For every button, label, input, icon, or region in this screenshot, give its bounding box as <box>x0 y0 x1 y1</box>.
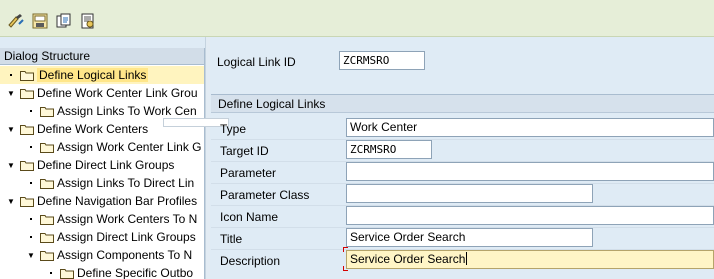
tree-node-label: Assign Links To Work Cen <box>57 104 197 118</box>
folder-icon <box>20 160 34 171</box>
title-label: Title <box>220 232 243 246</box>
folder-icon <box>40 106 54 117</box>
description-field[interactable]: Service Order Search <box>346 250 714 269</box>
text-cursor <box>466 252 468 265</box>
leaf-bullet-icon <box>26 214 36 224</box>
tree-node[interactable]: Define Logical Links <box>0 66 204 84</box>
expand-triangle-icon[interactable]: ▼ <box>26 250 36 260</box>
tree-node[interactable]: Assign Work Centers To N <box>26 210 204 228</box>
title-field[interactable]: Service Order Search <box>346 228 593 247</box>
parameter-class-field[interactable] <box>346 184 593 203</box>
tree-node-label: Define Specific Outbo <box>77 266 194 279</box>
tree-node-label: Define Work Center Link Grou <box>37 86 198 100</box>
expand-triangle-icon[interactable]: ▼ <box>6 124 16 134</box>
define-logical-links-group: Define Logical Links Type Work Center Ta… <box>211 94 714 279</box>
tree-node[interactable]: Assign Links To Direct Lin <box>26 174 204 192</box>
parameter-field[interactable] <box>346 162 714 181</box>
target-id-label: Target ID <box>220 144 269 158</box>
folder-icon <box>20 88 34 99</box>
tree-node-label: Define Work Centers <box>37 122 149 136</box>
group-title: Define Logical Links <box>211 95 714 113</box>
tree-node[interactable]: ▼ Define Work Center Link Grou <box>6 84 204 102</box>
leaf-bullet-icon <box>46 268 56 278</box>
logical-link-id-field[interactable]: ZCRMSRO <box>339 51 425 70</box>
display-change-icon[interactable] <box>7 12 25 30</box>
description-label: Description <box>220 254 281 268</box>
leaf-bullet-icon <box>26 106 36 116</box>
parameter-class-label: Parameter Class <box>220 188 310 202</box>
expand-triangle-icon[interactable]: ▼ <box>6 196 16 206</box>
focus-corner-bottom <box>343 266 348 271</box>
type-field[interactable]: Work Center <box>346 118 714 137</box>
folder-icon <box>60 268 74 279</box>
target-id-field[interactable]: ZCRMSRO <box>346 140 432 159</box>
leaf-bullet-icon <box>26 178 36 188</box>
folder-icon <box>20 196 34 207</box>
folder-icon <box>40 250 54 261</box>
dialog-structure-panel: Dialog Structure Define Logical Links ▼ De… <box>0 48 205 279</box>
folder-icon <box>20 124 34 135</box>
tree-node[interactable]: Assign Work Center Link G <box>26 138 204 156</box>
tree-node-label: Assign Work Center Link G <box>57 140 202 154</box>
leaf-bullet-icon <box>26 232 36 242</box>
expand-triangle-icon[interactable]: ▼ <box>6 160 16 170</box>
tree-node[interactable]: ▼ Define Direct Link Groups <box>6 156 204 174</box>
save-icon[interactable] <box>31 12 49 30</box>
folder-icon <box>40 178 54 189</box>
leaf-bullet-icon <box>26 142 36 152</box>
icon-name-field[interactable] <box>346 206 714 225</box>
tree-node[interactable]: Assign Direct Link Groups <box>26 228 204 246</box>
leaf-bullet-icon <box>6 70 16 80</box>
copy-entry-icon[interactable] <box>55 12 73 30</box>
type-label: Type <box>220 122 247 136</box>
parameter-label: Parameter <box>220 166 277 180</box>
application-toolbar <box>0 0 714 37</box>
folder-icon <box>40 232 54 243</box>
folder-icon <box>40 214 54 225</box>
tree-node-label: Assign Work Centers To N <box>57 212 198 226</box>
description-value: Service Order Search <box>350 252 466 266</box>
tree-node-label: Define Direct Link Groups <box>37 158 175 172</box>
tree-node[interactable]: ▼ Assign Components To N <box>26 246 204 264</box>
details-icon[interactable] <box>79 12 97 30</box>
focus-corner-top <box>343 247 348 252</box>
tree-node-label: Define Navigation Bar Profiles <box>37 194 198 208</box>
tree-node-label: Define Logical Links <box>37 68 149 82</box>
logical-link-id-label: Logical Link ID <box>217 55 296 69</box>
tree-node-label: Assign Direct Link Groups <box>57 230 196 244</box>
folder-icon <box>40 142 54 153</box>
expand-triangle-icon[interactable]: ▼ <box>6 88 16 98</box>
dialog-structure-header: Dialog Structure <box>0 48 204 65</box>
tree-node[interactable]: ▼ Define Navigation Bar Profiles <box>6 192 204 210</box>
tree-node-label: Assign Links To Direct Lin <box>57 176 195 190</box>
tree-node[interactable]: Define Specific Outbo <box>46 264 204 279</box>
icon-name-label: Icon Name <box>220 210 279 224</box>
tree-node-label: Assign Components To N <box>57 248 193 262</box>
folder-icon <box>20 70 34 81</box>
panel-splitter[interactable] <box>205 37 210 279</box>
